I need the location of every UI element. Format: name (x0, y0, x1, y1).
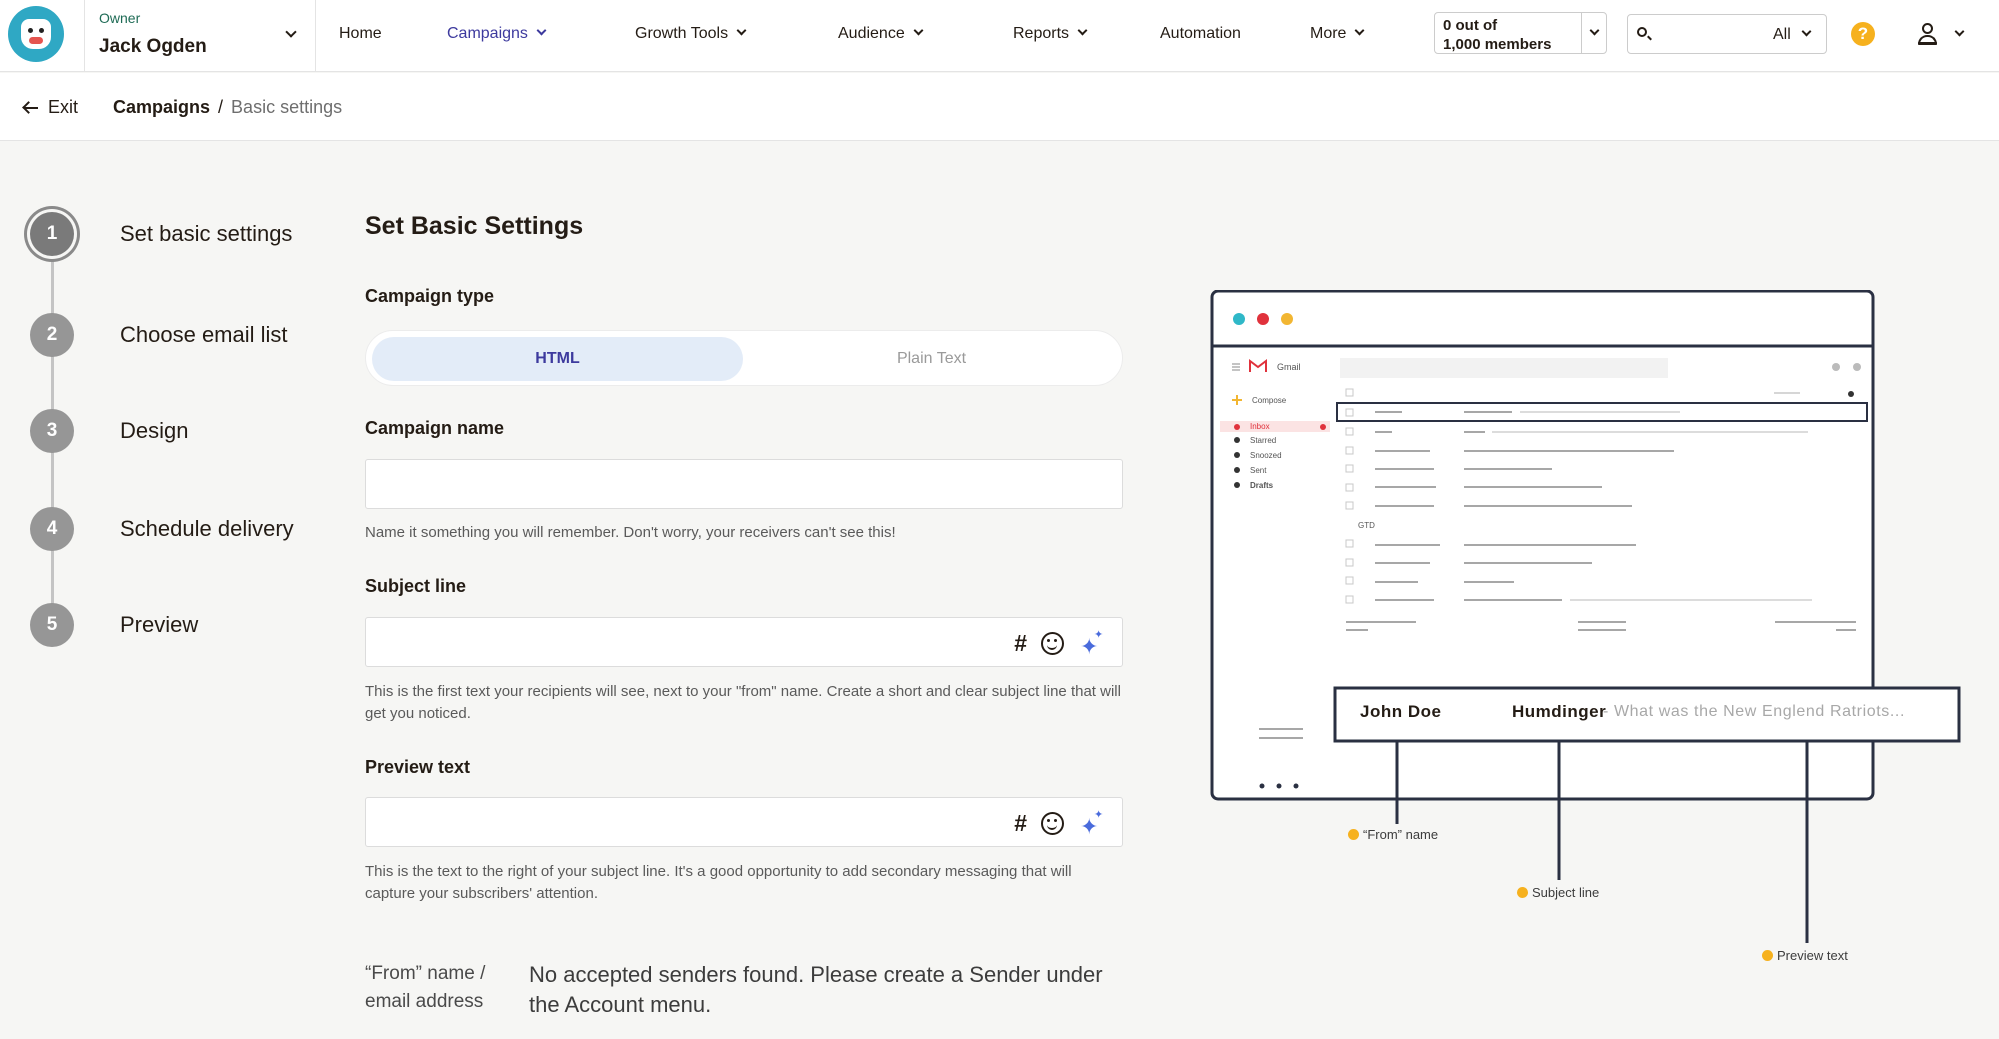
breadcrumb-current: Basic settings (231, 97, 343, 117)
account-role: Owner (99, 10, 141, 26)
account-switcher[interactable]: Owner Jack Ogden (84, 0, 316, 72)
members-count-dropdown[interactable]: 0 out of 1,000 members (1434, 12, 1607, 54)
callout-dot-icon (1762, 950, 1773, 961)
callout-subject-line: Subject line (1517, 885, 1599, 900)
folder-sent: Sent (1250, 466, 1267, 475)
members-count-line1: 0 out of (1443, 17, 1498, 34)
gmail-label: Gmail (1277, 362, 1301, 372)
preview-from-name: John Doe (1360, 702, 1442, 721)
subject-line-label: Subject line (365, 576, 467, 596)
emoji-icon[interactable] (1041, 811, 1064, 835)
chevron-down-icon (285, 26, 297, 38)
page-title: Set Basic Settings (365, 212, 584, 240)
campaign-name-label: Campaign name (365, 418, 505, 438)
chevron-down-icon (1954, 26, 1965, 37)
ai-sparkle-icon[interactable]: ✦ ✦ (1078, 629, 1104, 658)
nav-home[interactable]: Home (339, 25, 382, 43)
emoji-icon[interactable] (1041, 631, 1064, 655)
members-count-line2: 1,000 members (1443, 36, 1552, 53)
nav-automation[interactable]: Automation (1160, 25, 1241, 43)
account-name: Jack Ogden (99, 36, 207, 57)
nav-more[interactable]: More (1310, 25, 1365, 43)
campaign-type-html[interactable]: HTML (372, 337, 743, 381)
sub-header: Exit Campaigns / Basic settings (0, 73, 1999, 141)
callout-from-name: “From” name (1348, 827, 1438, 842)
top-nav: Owner Jack Ogden Home Campaigns Growth T… (0, 0, 1999, 72)
chevron-down-icon (736, 25, 747, 36)
exit-button[interactable]: Exit (24, 97, 78, 118)
group-label: GTD (1358, 521, 1375, 530)
nav-audience[interactable]: Audience (838, 25, 924, 43)
folder-inbox: Inbox (1250, 422, 1270, 431)
chevron-down-icon (1589, 25, 1600, 36)
campaign-type-plain-text[interactable]: Plain Text (746, 337, 1117, 381)
chevron-down-icon (536, 25, 547, 36)
user-menu[interactable] (1916, 22, 1970, 48)
preview-subject: Humdinger (1512, 702, 1607, 721)
folder-snoozed: Snoozed (1250, 451, 1282, 460)
step-set-basic-settings[interactable]: 1 Set basic settings (30, 212, 292, 256)
preview-text-hint: This is the text to the right of your su… (365, 863, 1072, 902)
search-input[interactable]: All (1627, 14, 1827, 54)
campaign-name-input[interactable] (365, 459, 1123, 509)
ai-sparkle-icon[interactable]: ✦ ✦ (1078, 809, 1104, 838)
search-scope-select[interactable]: All (1773, 26, 1791, 44)
breadcrumb-campaigns[interactable]: Campaigns (113, 97, 210, 117)
preview-snippet: - What was the New Englend Ratriots... (1603, 703, 1906, 720)
chevron-down-icon (913, 25, 924, 36)
callout-dot-icon (1348, 829, 1359, 840)
preview-text-input[interactable]: # ✦ ✦ (365, 797, 1123, 847)
mailchimp-logo[interactable] (8, 6, 64, 62)
nav-reports[interactable]: Reports (1013, 25, 1088, 43)
step-schedule-delivery[interactable]: 4 Schedule delivery (30, 507, 294, 551)
campaign-type-label: Campaign type (365, 286, 495, 306)
preview-text-label: Preview text (365, 757, 471, 777)
callout-preview-text: Preview text (1762, 948, 1848, 963)
breadcrumb: Campaigns / Basic settings (113, 97, 343, 117)
folder-starred: Starred (1250, 436, 1277, 445)
subject-line-hint: This is the first text your recipients w… (365, 683, 1121, 722)
nav-growth-tools[interactable]: Growth Tools (635, 25, 747, 43)
inbox-preview-illustration (1210, 290, 1961, 943)
compose-label: Compose (1252, 396, 1287, 405)
chevron-down-icon (1355, 25, 1365, 36)
logo-icon (21, 19, 51, 49)
campaign-type-toggle: HTML Plain Text (365, 330, 1123, 386)
merge-tag-icon[interactable]: # (1014, 811, 1027, 835)
callout-dot-icon (1517, 887, 1528, 898)
step-preview[interactable]: 5 Preview (30, 603, 198, 647)
arrow-left-icon (24, 106, 38, 109)
subject-line-input[interactable]: # ✦ ✦ (365, 617, 1123, 667)
folder-drafts: Drafts (1250, 481, 1274, 490)
nav-campaigns[interactable]: Campaigns (447, 25, 547, 43)
search-icon (1637, 27, 1647, 37)
from-name-label: “From” name / email address (365, 963, 486, 1012)
help-icon[interactable]: ? (1851, 22, 1875, 46)
chevron-down-icon (1077, 25, 1088, 36)
user-icon (1922, 23, 1933, 34)
no-senders-message: No accepted senders found. Please create… (529, 962, 1103, 1017)
step-design[interactable]: 3 Design (30, 409, 188, 453)
merge-tag-icon[interactable]: # (1014, 631, 1027, 655)
campaign-name-hint: Name it something you will remember. Don… (365, 524, 896, 541)
step-choose-email-list[interactable]: 2 Choose email list (30, 313, 288, 357)
chevron-down-icon (1801, 26, 1812, 37)
